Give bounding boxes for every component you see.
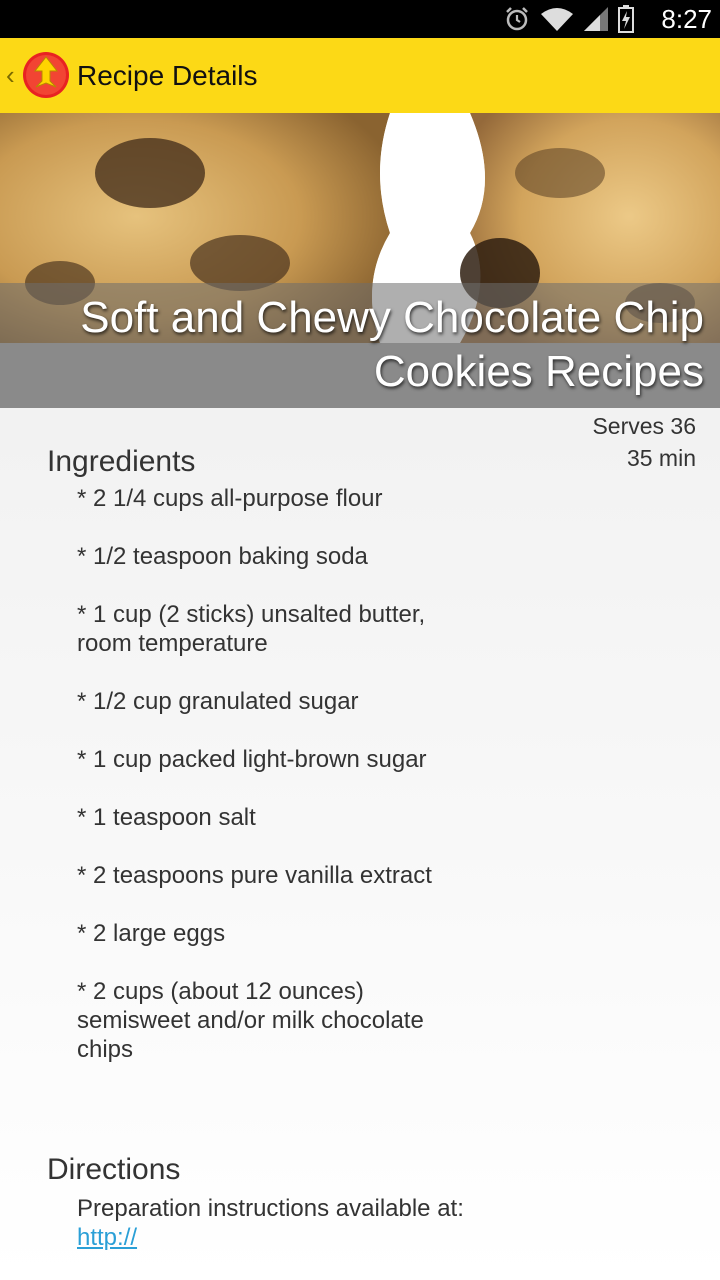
signal-icon — [584, 7, 608, 31]
alarm-icon — [506, 7, 528, 31]
ingredients-list: * 2 1/4 cups all-purpose flour * 1/2 tea… — [77, 484, 477, 1093]
action-bar-title: Recipe Details — [77, 60, 258, 91]
wifi-icon — [541, 8, 573, 31]
ingredient-item: * 1/2 teaspoon baking soda — [77, 543, 368, 570]
duration-label: 35 min — [626, 445, 696, 471]
action-bar: ‹ Recipe Details — [0, 38, 720, 113]
ingredients-heading: Ingredients — [47, 445, 196, 478]
status-time: 8:27 — [661, 4, 712, 34]
directions-heading: Directions — [47, 1153, 181, 1186]
back-chevron-icon[interactable]: ‹ — [6, 60, 15, 90]
ingredient-item: * 1 cup packed light-brown sugar — [77, 746, 427, 773]
directions-body: Preparation instructions available at: — [77, 1195, 464, 1222]
ingredient-item: * 2 teaspoons pure vanilla extract — [77, 862, 432, 889]
ingredient-item: * 2 large eggs — [77, 920, 226, 947]
app-logo-icon[interactable] — [22, 51, 70, 99]
ingredient-item: * 1 cup (2 sticks) unsalted butter, room… — [77, 601, 426, 657]
ingredient-item: * 1 teaspoon salt — [77, 804, 256, 831]
status-bar: 8:27 — [0, 0, 720, 38]
battery-charging-icon — [618, 5, 634, 33]
serves-label: Serves 36 — [592, 413, 696, 439]
directions-text: Preparation instructions available at: h… — [77, 1194, 477, 1252]
ingredient-item: * 2 cups (about 12 ounces) semisweet and… — [77, 978, 424, 1063]
directions-link[interactable]: http:// — [77, 1223, 477, 1252]
status-icons — [504, 4, 634, 34]
recipe-title: Soft and Chewy Chocolate Chip Cookies Re… — [80, 293, 704, 396]
recipe-meta: Serves 36 35 min — [592, 410, 696, 474]
ingredient-item: * 2 1/4 cups all-purpose flour — [77, 485, 383, 512]
recipe-hero-image: Soft and Chewy Chocolate Chip Cookies Re… — [0, 113, 720, 408]
ingredient-item: * 1/2 cup granulated sugar — [77, 688, 359, 715]
